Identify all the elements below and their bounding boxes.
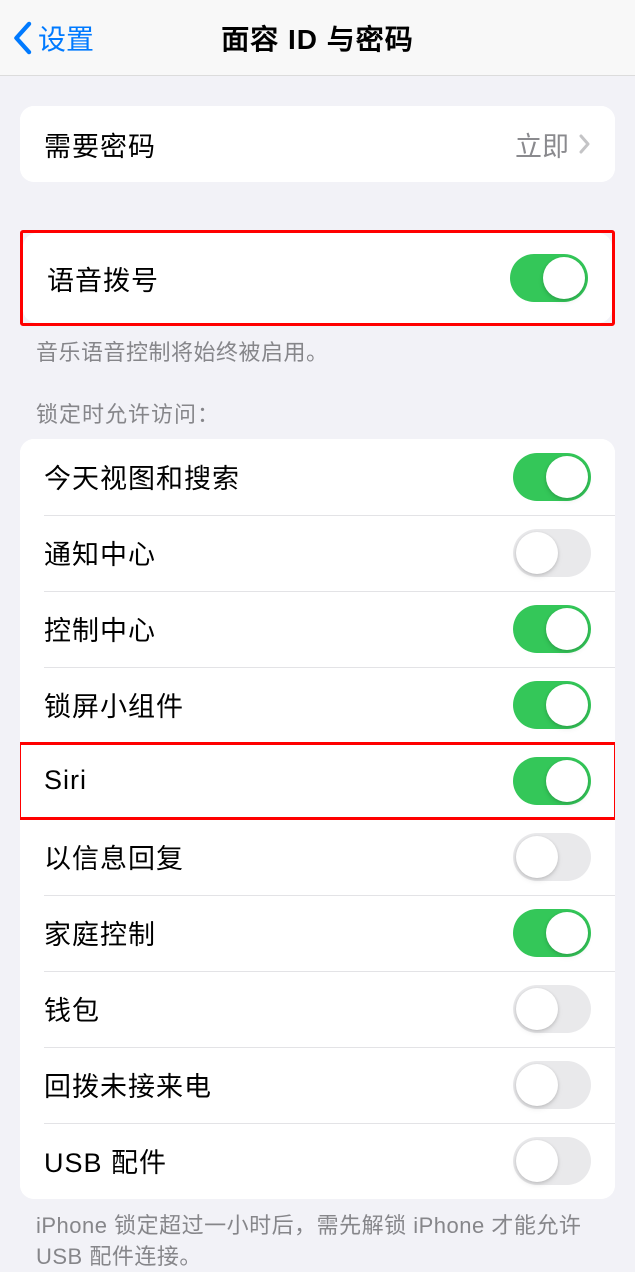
lock-item-toggle[interactable] (513, 1137, 591, 1185)
lock-item-toggle[interactable] (513, 453, 591, 501)
back-button[interactable]: 设置 (0, 0, 94, 75)
voice-dial-row[interactable]: 语音拨号 (23, 233, 612, 323)
lock-item-row[interactable]: 家庭控制 (20, 895, 615, 971)
lock-item-toggle[interactable] (513, 757, 591, 805)
lock-item-label: 家庭控制 (44, 913, 156, 952)
lock-item-row[interactable]: 回拨未接来电 (20, 1047, 615, 1123)
toggle-knob (546, 684, 588, 726)
lock-item-row[interactable]: 今天视图和搜索 (20, 439, 615, 515)
chevron-right-icon (579, 134, 591, 154)
voice-dial-footer: 音乐语音控制将始终被启用。 (0, 326, 635, 369)
page-title: 面容 ID 与密码 (221, 18, 414, 58)
lock-item-toggle[interactable] (513, 681, 591, 729)
lock-item-row[interactable]: 锁屏小组件 (20, 667, 615, 743)
lock-item-toggle[interactable] (513, 909, 591, 957)
voice-dial-label: 语音拨号 (47, 259, 159, 298)
toggle-knob (546, 608, 588, 650)
lock-item-row[interactable]: 以信息回复 (20, 819, 615, 895)
lock-item-row[interactable]: 控制中心 (20, 591, 615, 667)
row-right: 立即 (515, 125, 591, 164)
nav-bar: 设置 面容 ID 与密码 (0, 0, 635, 76)
lock-section-header: 锁定时允许访问： (0, 369, 635, 439)
lock-item-toggle[interactable] (513, 529, 591, 577)
lock-item-label: 钱包 (44, 989, 100, 1028)
lock-item-row[interactable]: 通知中心 (20, 515, 615, 591)
lock-item-row[interactable]: USB 配件 (20, 1123, 615, 1199)
lock-item-toggle[interactable] (513, 1061, 591, 1109)
require-passcode-value: 立即 (515, 125, 569, 164)
toggle-knob (543, 257, 585, 299)
toggle-knob (516, 988, 558, 1030)
toggle-knob (516, 1064, 558, 1106)
lock-item-toggle[interactable] (513, 833, 591, 881)
require-passcode-label: 需要密码 (44, 125, 156, 164)
lock-item-label: 通知中心 (44, 533, 156, 572)
voice-dial-toggle[interactable] (510, 254, 588, 302)
lock-item-row[interactable]: Siri (20, 743, 615, 819)
lock-item-label: 今天视图和搜索 (44, 457, 240, 496)
lock-item-label: 控制中心 (44, 609, 156, 648)
lock-item-label: USB 配件 (44, 1141, 167, 1180)
lock-item-label: Siri (44, 765, 87, 796)
toggle-knob (516, 532, 558, 574)
lock-item-row[interactable]: 钱包 (20, 971, 615, 1047)
lock-item-toggle[interactable] (513, 605, 591, 653)
chevron-left-icon (12, 21, 32, 55)
voice-dial-highlight: 语音拨号 (20, 230, 615, 326)
toggle-knob (546, 760, 588, 802)
toggle-knob (516, 836, 558, 878)
lock-access-group: 今天视图和搜索通知中心控制中心锁屏小组件 Siri 以信息回复家庭控制钱包回拨未接来… (20, 439, 615, 1199)
lock-item-label: 以信息回复 (44, 837, 184, 876)
back-label: 设置 (38, 18, 94, 58)
require-passcode-group: 需要密码 立即 (20, 106, 615, 182)
toggle-knob (546, 912, 588, 954)
lock-item-label: 锁屏小组件 (44, 685, 184, 724)
lock-item-label: 回拨未接来电 (44, 1065, 212, 1104)
voice-dial-group: 语音拨号 (23, 233, 612, 323)
lock-item-toggle[interactable] (513, 985, 591, 1033)
toggle-knob (546, 456, 588, 498)
content: 需要密码 立即 语音拨号 音乐语音控制将始终被启用。 锁定时允许访问： 今天视图… (0, 76, 635, 1272)
require-passcode-row[interactable]: 需要密码 立即 (20, 106, 615, 182)
lock-section-footer: iPhone 锁定超过一小时后，需先解锁 iPhone 才能允许USB 配件连接… (0, 1199, 635, 1272)
toggle-knob (516, 1140, 558, 1182)
